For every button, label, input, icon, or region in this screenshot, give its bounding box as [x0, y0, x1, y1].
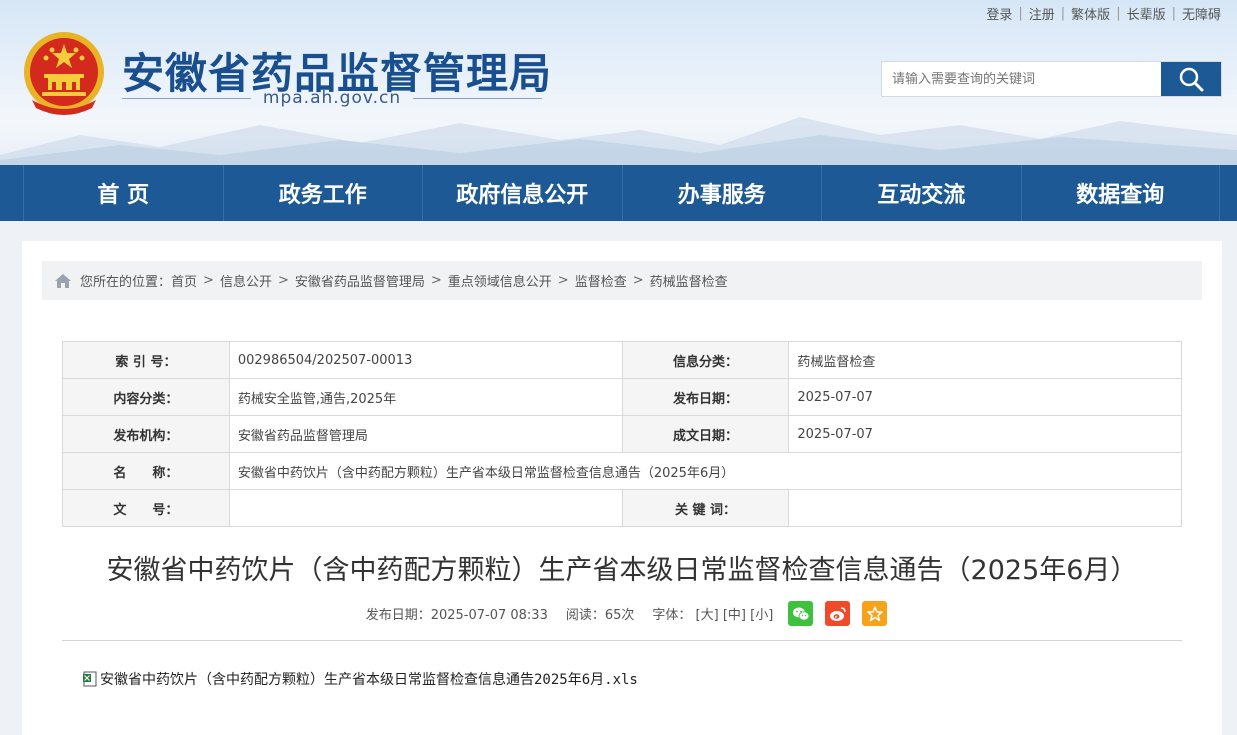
- breadcrumb-item-supervision[interactable]: 监督检查: [575, 271, 627, 290]
- login-link[interactable]: 登录: [986, 4, 1012, 23]
- nav-item-government-affairs[interactable]: 政务工作: [222, 165, 423, 221]
- weibo-icon: [829, 606, 846, 621]
- breadcrumb-item-drug-device-inspection[interactable]: 药械监督检查: [650, 271, 728, 290]
- index-label: 索 引 号：: [62, 341, 230, 379]
- site-header: 登录 | 注册 | 繁体版 | 长辈版 | 无障碍 安徽省药品监督管理局 mpa…: [0, 0, 1237, 165]
- nav-item-data-query[interactable]: 数据查询: [1020, 165, 1220, 221]
- home-icon: [54, 273, 72, 289]
- favorite-button[interactable]: [862, 601, 888, 626]
- name-label: 名 称：: [62, 452, 230, 490]
- star-icon: [867, 605, 883, 621]
- font-size-small-button[interactable]: [小]: [750, 608, 773, 623]
- font-size-medium-button[interactable]: [中]: [723, 608, 746, 623]
- breadcrumb: 您所在的位置： 首页 > 信息公开 > 安徽省药品监督管理局 > 重点领域信息公…: [42, 261, 1202, 300]
- publisher-label: 发布机构：: [62, 415, 230, 453]
- accessibility-link[interactable]: 无障碍: [1182, 4, 1221, 23]
- publish-date-value: 2025-07-07: [788, 378, 1182, 416]
- created-date-value: 2025-07-07: [788, 415, 1182, 453]
- name-value: 安徽省中药饮片（含中药配方颗粒）生产省本级日常监督检查信息通告（2025年6月）: [228, 452, 1183, 490]
- site-domain-row: mpa.ah.gov.cn: [122, 88, 543, 108]
- search-box: [881, 61, 1222, 97]
- top-links: 登录 | 注册 | 繁体版 | 长辈版 | 无障碍: [986, 4, 1221, 23]
- main-nav: 首 页 政务工作 政府信息公开 办事服务 互动交流 数据查询: [0, 165, 1237, 221]
- category-value: 药械监督检查: [788, 341, 1182, 379]
- document-meta-table: 索 引 号： 002986504/202507-00013 信息分类： 药械监督…: [62, 341, 1183, 527]
- nav-item-info-disclosure[interactable]: 政府信息公开: [422, 165, 622, 221]
- font-size-label: 字体：: [652, 608, 692, 623]
- search-input[interactable]: [882, 62, 1161, 96]
- table-row: 名 称： 安徽省中药饮片（含中药配方颗粒）生产省本级日常监督检查信息通告（202…: [62, 452, 1183, 490]
- doc-no-label: 文 号：: [62, 489, 230, 527]
- share-buttons: [788, 601, 888, 626]
- index-value: 002986504/202507-00013: [228, 341, 623, 379]
- article-title: 安徽省中药饮片（含中药配方颗粒）生产省本级日常监督检查信息通告（2025年6月）: [106, 555, 1138, 586]
- category-label: 信息分类：: [621, 341, 790, 379]
- national-emblem-icon: [24, 32, 104, 115]
- wechat-share-button[interactable]: [788, 601, 814, 626]
- publish-date-label: 发布日期：: [621, 378, 790, 416]
- content-divider: [62, 640, 1182, 641]
- table-row: 发布机构： 安徽省药品监督管理局 成文日期： 2025-07-07: [62, 415, 1182, 453]
- nav-item-services[interactable]: 办事服务: [621, 165, 822, 221]
- publisher-value: 安徽省药品监督管理局: [228, 415, 623, 453]
- elderly-version-link[interactable]: 长辈版: [1127, 4, 1166, 23]
- content-type-label: 内容分类：: [62, 378, 230, 416]
- doc-no-value: [228, 489, 623, 527]
- view-count: 阅读：65次: [565, 608, 635, 623]
- publish-datetime: 发布日期：2025-07-07 08:33: [365, 608, 548, 623]
- created-date-label: 成文日期：: [621, 415, 790, 453]
- breadcrumb-item-key-areas[interactable]: 重点领域信息公开: [448, 271, 552, 290]
- search-button[interactable]: [1161, 62, 1221, 96]
- keywords-value: [788, 489, 1182, 527]
- table-row: 索 引 号： 002986504/202507-00013 信息分类： 药械监督…: [62, 341, 1182, 379]
- content-type-value: 药械安全监管,通告,2025年: [228, 378, 623, 416]
- font-size-controls: 字体： [大] [中] [小]: [652, 604, 773, 623]
- table-row: 文 号： 关 键 词：: [62, 489, 1182, 527]
- search-icon: [1179, 67, 1204, 92]
- article-info-bar: 发布日期：2025-07-07 08:33 阅读：65次 字体： [大] [中]…: [22, 601, 1222, 626]
- register-link[interactable]: 注册: [1029, 4, 1055, 23]
- attachment-link[interactable]: 安徽省中药饮片（含中药配方颗粒）生产省本级日常监督检查信息通告2025年6月.x…: [82, 669, 638, 689]
- nav-item-interaction[interactable]: 互动交流: [821, 165, 1021, 221]
- traditional-chinese-link[interactable]: 繁体版: [1071, 4, 1110, 23]
- keywords-label: 关 键 词：: [621, 489, 790, 527]
- breadcrumb-item-home[interactable]: 首页: [171, 271, 197, 290]
- font-size-large-button[interactable]: [大]: [696, 608, 719, 623]
- weibo-share-button[interactable]: [825, 601, 851, 626]
- table-row: 内容分类： 药械安全监管,通告,2025年 发布日期： 2025-07-07: [62, 378, 1182, 416]
- excel-file-icon: [82, 671, 98, 687]
- nav-item-home[interactable]: 首 页: [23, 165, 223, 221]
- attachment-filename[interactable]: 安徽省中药饮片（含中药配方颗粒）生产省本级日常监督检查信息通告2025年6月.x…: [100, 669, 638, 689]
- site-domain: mpa.ah.gov.cn: [262, 88, 402, 108]
- breadcrumb-item-bureau[interactable]: 安徽省药品监督管理局: [295, 271, 425, 290]
- content-panel: 您所在的位置： 首页 > 信息公开 > 安徽省药品监督管理局 > 重点领域信息公…: [22, 241, 1222, 735]
- breadcrumb-prefix: 您所在的位置：: [80, 275, 172, 290]
- breadcrumb-item-info-disclosure[interactable]: 信息公开: [220, 271, 272, 290]
- wechat-icon: [792, 607, 810, 621]
